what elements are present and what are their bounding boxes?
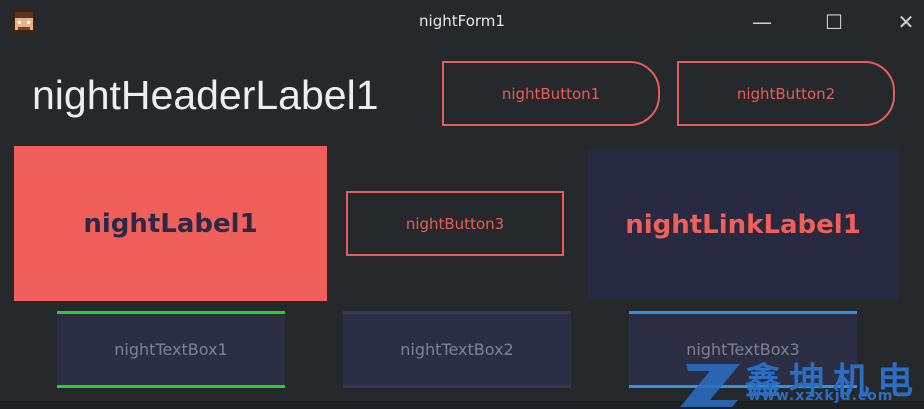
night-link-label-1[interactable]: nightLinkLabel1 <box>588 150 898 300</box>
night-label-1: nightLabel1 <box>14 146 327 301</box>
watermark-url: www.xzxkjd.com <box>748 388 894 404</box>
minimize-button[interactable]: — <box>742 6 782 38</box>
night-textbox-2[interactable]: nightTextBox2 <box>343 311 571 388</box>
close-button[interactable]: ✕ <box>886 6 924 38</box>
night-button-2[interactable]: nightButton2 <box>677 61 895 126</box>
window-title: nightForm1 <box>419 12 505 30</box>
night-button-3[interactable]: nightButton3 <box>346 191 564 256</box>
maximize-button[interactable]: ☐ <box>814 6 854 38</box>
header-label: nightHeaderLabel1 <box>32 72 379 118</box>
night-textbox-1[interactable]: nightTextBox1 <box>57 311 285 388</box>
title-bar: nightForm1 — ☐ ✕ <box>0 0 924 44</box>
night-button-1[interactable]: nightButton1 <box>442 61 660 126</box>
